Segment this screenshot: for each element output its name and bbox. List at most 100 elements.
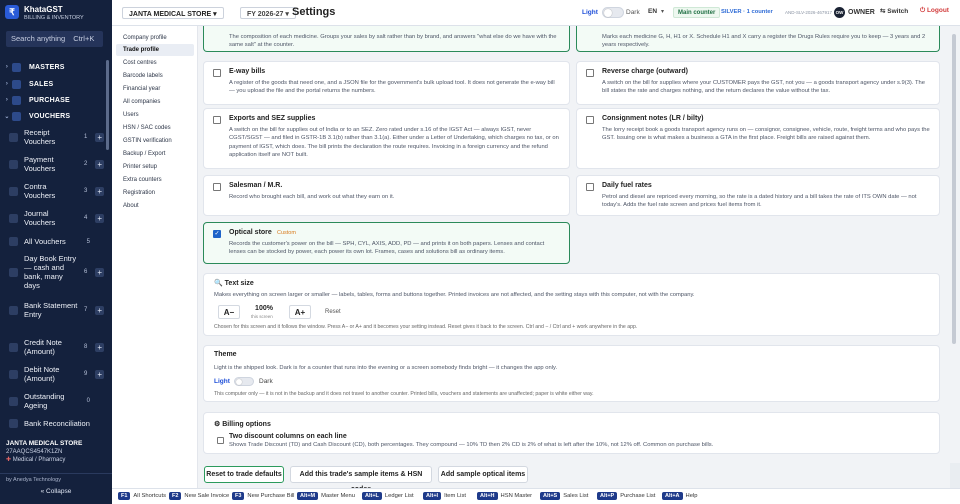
feature-checkbox[interactable]	[213, 116, 221, 124]
search-placeholder: Search anything	[11, 34, 66, 43]
settings-nav-item[interactable]: All companies	[116, 96, 194, 108]
add-icon[interactable]: +	[95, 132, 104, 142]
switch-button[interactable]: ⇆ Switch	[880, 7, 908, 15]
feature-checkbox[interactable]	[586, 183, 594, 191]
settings-nav-item[interactable]: Registration	[116, 187, 194, 199]
text-size-section: 🔍 Text size Makes everything on screen l…	[203, 273, 940, 336]
add-icon[interactable]: +	[95, 213, 104, 223]
sidebar-item-bank-reconciliation[interactable]: Bank Reconciliation	[9, 419, 104, 428]
company-gstin: 27AAQCS4547K1ZN	[6, 449, 63, 455]
add-optical-items-button[interactable]: Add sample optical items	[438, 466, 528, 483]
settings-nav-item[interactable]: Company profile	[116, 32, 194, 44]
sidebar-item-all-vouchers[interactable]: All Vouchers 5	[9, 237, 104, 246]
shortcut-sales-list[interactable]: Alt+S Sales List	[540, 492, 588, 500]
settings-nav-item[interactable]: Users	[116, 109, 194, 121]
decrease-text-size-button[interactable]: A−	[218, 305, 240, 319]
shortcut-new-purchase[interactable]: F3 New Purchase Bill	[232, 492, 294, 500]
sidebar-item-journal-vouchers[interactable]: Journal Vouchers 4 +	[9, 209, 104, 227]
discount-columns-checkbox[interactable]	[217, 437, 224, 444]
feature-card-salesman[interactable]: Salesman / M.R. Record who brought each …	[203, 175, 570, 216]
feature-checkbox[interactable]	[213, 183, 221, 191]
settings-nav-item[interactable]: Barcode labels	[116, 70, 194, 82]
shortcut-all[interactable]: F1 All Shortcuts	[118, 492, 166, 500]
shortcut-number: 1	[84, 134, 88, 140]
add-sample-items-button[interactable]: Add this trade's sample items & HSN code…	[290, 466, 432, 493]
add-icon[interactable]: +	[95, 369, 104, 379]
add-icon[interactable]: +	[95, 342, 104, 352]
sidebar-item-bank-statement[interactable]: Bank Statement Entry 7 +	[9, 301, 104, 319]
billing-options-section: ⚙ Billing options Two discount columns o…	[203, 412, 940, 454]
sidebar-item-contra-vouchers[interactable]: Contra Vouchers 3 +	[9, 182, 104, 200]
sidebar-item-debit-note[interactable]: Debit Note (Amount) 9 +	[9, 365, 104, 383]
text-size-title-label: Text size	[224, 280, 254, 287]
sidebar-section-vouchers[interactable]: ⌄ VOUCHERS	[0, 109, 104, 123]
feature-card-eway[interactable]: E-way bills A register of the goods that…	[203, 61, 570, 105]
sidebar-section-sales[interactable]: › SALES	[0, 77, 104, 91]
feature-card-salt[interactable]: The composition of each medicine. Groups…	[203, 26, 570, 52]
theme-light-option[interactable]: Light	[214, 378, 230, 385]
settings-nav-item[interactable]: Backup / Export	[116, 148, 194, 160]
sidebar-item-receipt-vouchers[interactable]: Receipt Vouchers 1 +	[9, 128, 104, 146]
theme-dark-option[interactable]: Dark	[259, 378, 273, 385]
feature-card-fuel[interactable]: Daily fuel rates Petrol and diesel are r…	[576, 175, 940, 216]
settings-nav-item[interactable]: Extra counters	[116, 174, 194, 186]
sidebar-item-label: Bank Statement Entry	[24, 301, 78, 319]
counter-badge[interactable]: Main counter	[673, 7, 721, 18]
feature-title: Consignment notes (LR / bilty)	[602, 115, 704, 122]
settings-nav-item[interactable]: About	[116, 200, 194, 212]
add-icon[interactable]: +	[95, 305, 104, 315]
language-selector[interactable]: EN	[648, 8, 657, 15]
shortcut-ledger-list[interactable]: Alt+L Ledger List	[362, 492, 414, 500]
checkmark-icon[interactable]: ✓	[213, 230, 221, 238]
logout-button[interactable]: ⏻ Logout	[920, 7, 949, 15]
sidebar-item-outstanding-ageing[interactable]: Outstanding Ageing 0	[9, 392, 104, 410]
company-category: ✚ Medical / Pharmacy	[6, 456, 106, 465]
feature-checkbox[interactable]	[586, 116, 594, 124]
increase-text-size-button[interactable]: A+	[289, 305, 311, 319]
theme-toggle-small[interactable]	[234, 377, 254, 386]
sidebar-item-day-book[interactable]: Day Book Entry — cash and bank, many day…	[9, 254, 104, 290]
add-icon[interactable]: +	[95, 267, 104, 277]
sidebar-section-purchase[interactable]: › PURCHASE	[0, 93, 104, 107]
feature-description: The composition of each medicine. Groups…	[229, 34, 557, 49]
masters-icon	[12, 62, 21, 72]
feature-card-reverse-charge[interactable]: Reverse charge (outward) A switch on the…	[576, 61, 940, 105]
sidebar-scrollbar[interactable]	[106, 60, 109, 150]
ageing-icon	[9, 396, 18, 406]
settings-nav-item[interactable]: Financial year	[116, 83, 194, 95]
financial-year-selector[interactable]: FY 2026-27 ▾	[240, 7, 296, 19]
feature-checkbox[interactable]	[586, 69, 594, 77]
sidebar-section-masters[interactable]: › MASTERS	[0, 60, 104, 74]
sidebar-item-payment-vouchers[interactable]: Payment Vouchers 2 +	[9, 155, 104, 173]
feature-checkbox[interactable]	[213, 69, 221, 77]
company-selector[interactable]: JANTA MEDICAL STORE ▾	[122, 7, 224, 19]
shortcut-label: Master Menu	[321, 493, 355, 499]
settings-nav-item[interactable]: Cost centres	[116, 57, 194, 69]
search-input[interactable]: Search anything Ctrl+K	[6, 31, 103, 47]
shortcut-item-list[interactable]: Alt+I Item List	[423, 492, 466, 500]
avatar[interactable]: OW	[834, 7, 845, 18]
add-icon[interactable]: +	[95, 159, 104, 169]
sidebar-item-label: Journal Vouchers	[24, 209, 56, 227]
settings-nav-item-active[interactable]: Trade profile	[116, 44, 194, 56]
settings-nav-item[interactable]: HSN / SAC codes	[116, 122, 194, 134]
theme-section: Theme Light is the shipped look. Dark is…	[203, 345, 940, 402]
reset-trade-defaults-button[interactable]: Reset to trade defaults	[204, 466, 284, 483]
collapse-button[interactable]: « Collapse	[0, 488, 112, 495]
settings-nav-item[interactable]: Printer setup	[116, 161, 194, 173]
content-scroll-thumb[interactable]	[952, 34, 956, 344]
add-icon[interactable]: +	[95, 186, 104, 196]
reset-text-size-button[interactable]: Reset	[325, 309, 341, 315]
shortcut-help[interactable]: Alt+A Help	[662, 492, 697, 500]
feature-card-exports[interactable]: Exports and SEZ supplies A switch on the…	[203, 108, 570, 169]
feature-card-optical[interactable]: ✓ Optical store Custom Records the custo…	[203, 222, 570, 264]
feature-card-consignment[interactable]: Consignment notes (LR / bilty) The lorry…	[576, 108, 940, 169]
shortcut-purchase-list[interactable]: Alt+P Purchase List	[597, 492, 655, 500]
feature-card-schedule[interactable]: Marks each medicine G, H, H1 or X. Sched…	[576, 26, 940, 52]
sidebar-item-credit-note[interactable]: Credit Note (Amount) 8 +	[9, 338, 104, 356]
shortcut-new-sale[interactable]: F2 New Sale Invoice	[169, 492, 229, 500]
shortcut-master-menu[interactable]: Alt+M Master Menu	[297, 492, 355, 500]
settings-nav-item[interactable]: GSTIN verification	[116, 135, 194, 147]
theme-toggle[interactable]	[602, 7, 624, 18]
shortcut-hsn-master[interactable]: Alt+H HSN Master	[477, 492, 532, 500]
